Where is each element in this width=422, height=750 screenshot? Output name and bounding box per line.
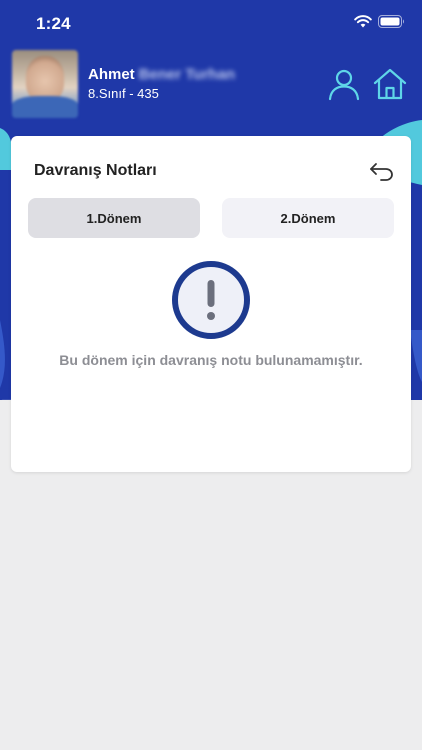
student-avatar: [12, 50, 78, 118]
card-title: Davranış Notları: [34, 162, 157, 179]
home-button[interactable]: [372, 66, 408, 102]
status-icons: [354, 15, 406, 28]
exclamation-icon: [171, 260, 251, 340]
empty-state-message: Bu dönem için davranış notu bulunamamışt…: [59, 352, 363, 368]
home-icon: [373, 68, 407, 100]
tab-term-1[interactable]: 1.Dönem: [28, 198, 200, 238]
student-class: 8.Sınıf - 435: [88, 86, 159, 101]
student-first-name: Ahmet: [88, 66, 135, 83]
back-button[interactable]: [369, 162, 395, 182]
battery-icon: [378, 15, 404, 28]
status-bar: 1:24: [0, 0, 422, 44]
student-surname: Bener Turhan: [138, 66, 236, 83]
profile-button[interactable]: [326, 66, 362, 102]
student-name: Ahmet Bener Turhan: [88, 66, 235, 83]
user-icon: [328, 69, 360, 101]
wifi-icon: [354, 15, 372, 28]
back-arrow-icon: [370, 163, 393, 181]
behavior-notes-card: Davranış Notları 1.Dönem 2.Dönem Bu döne…: [11, 136, 411, 472]
status-time: 1:24: [36, 14, 71, 33]
tab-term-2[interactable]: 2.Dönem: [222, 198, 394, 238]
